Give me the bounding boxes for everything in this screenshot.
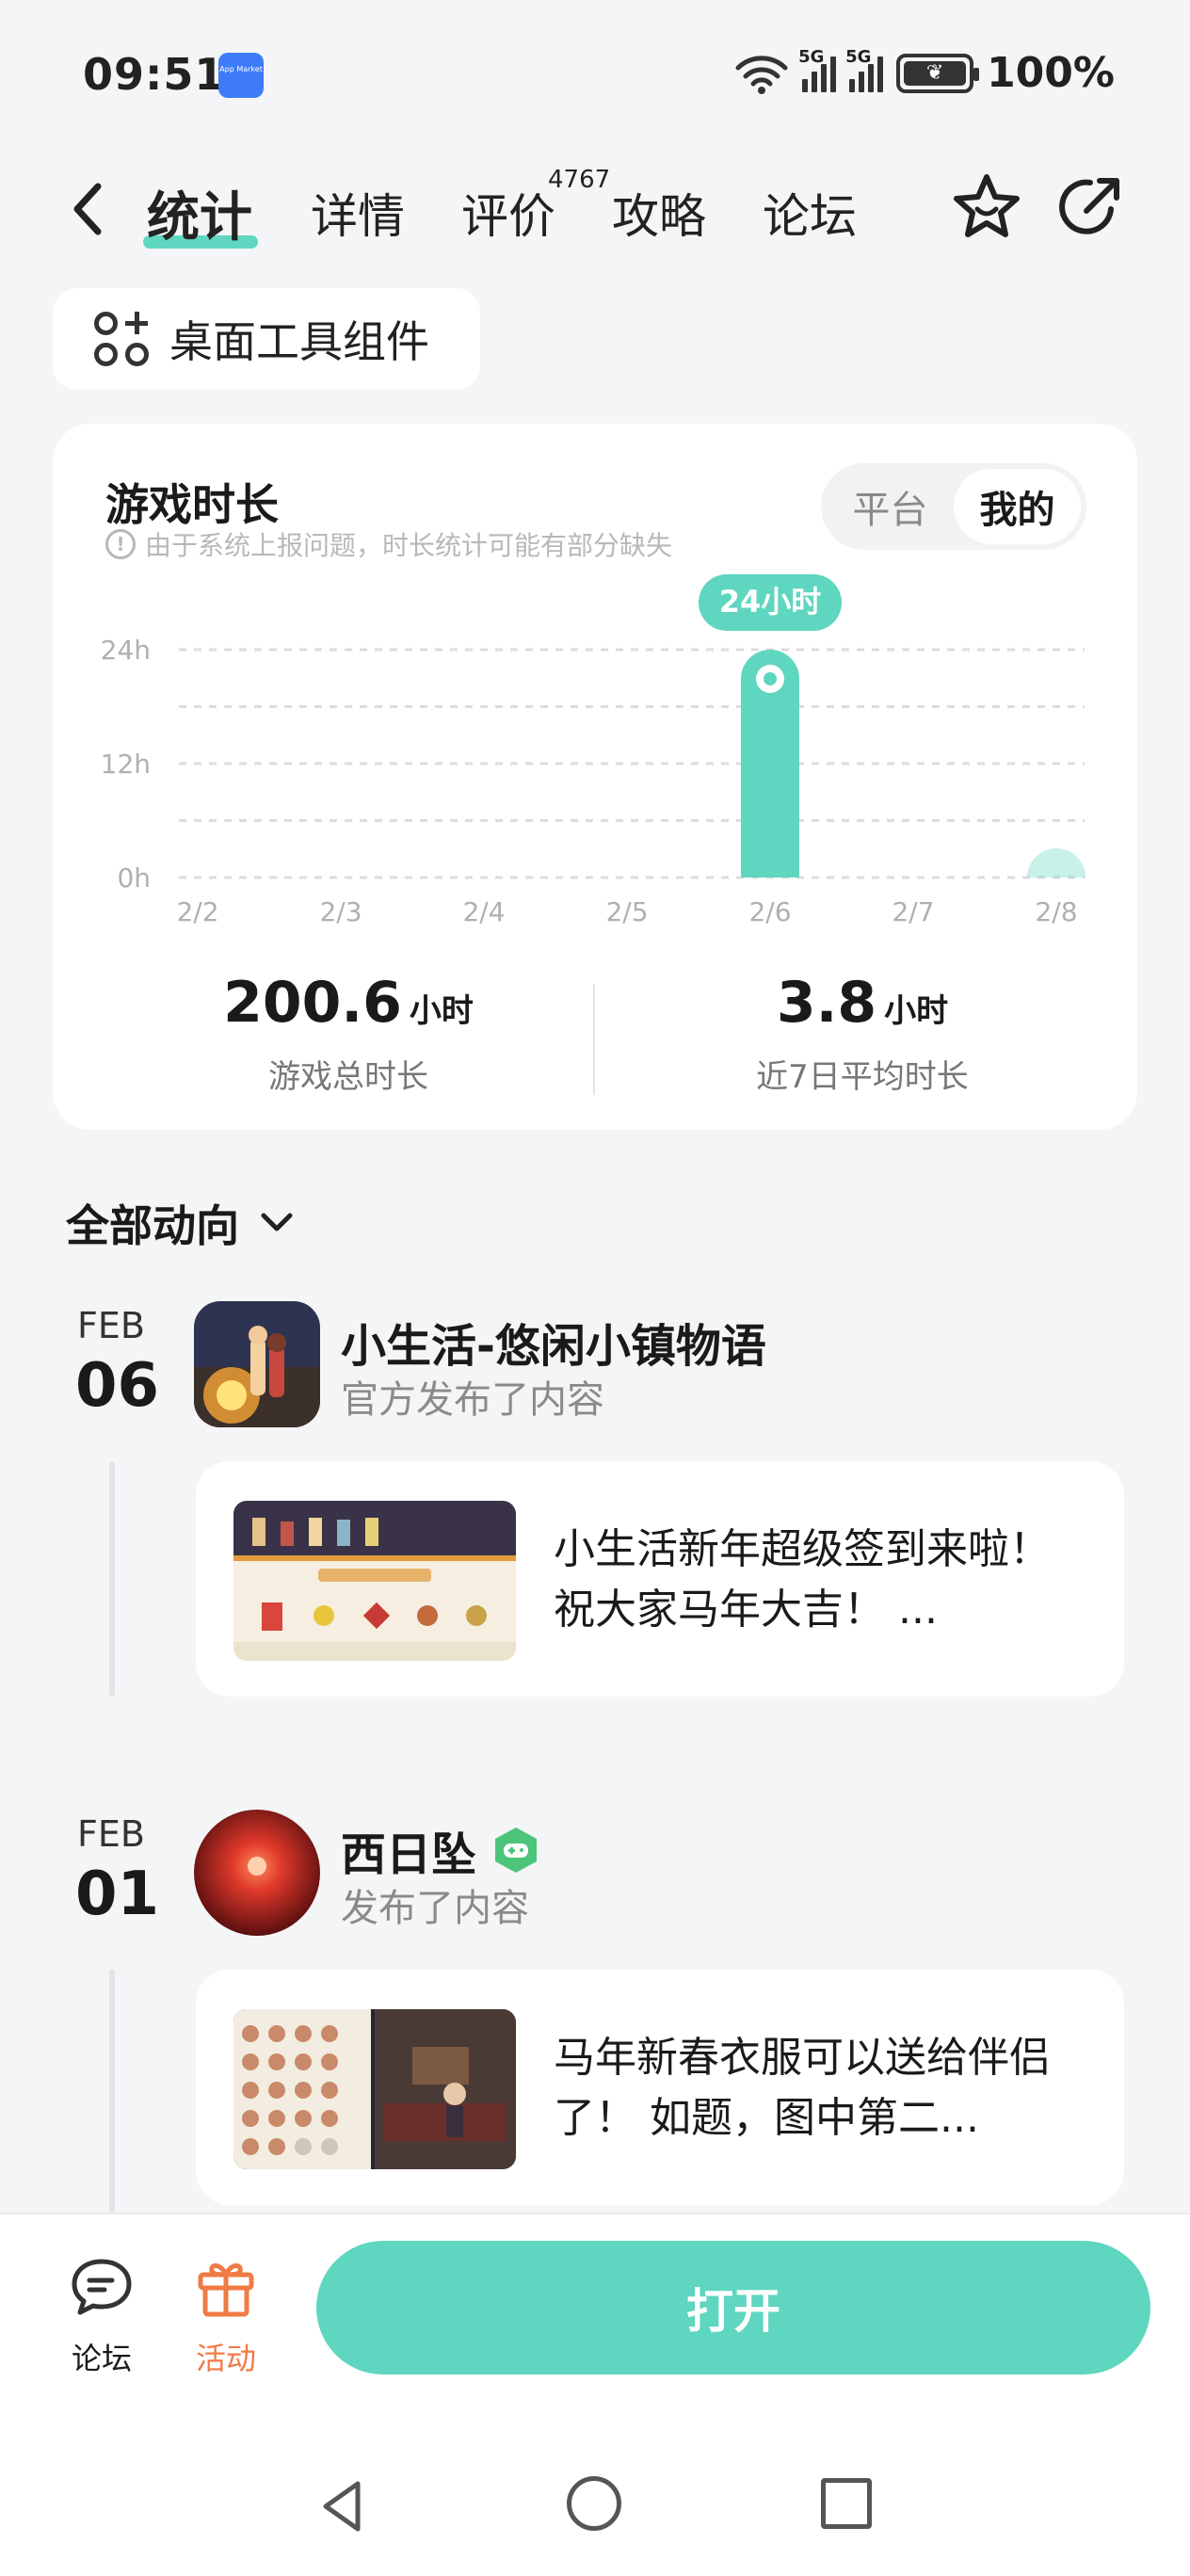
entry-subtitle: 发布了内容 xyxy=(341,1887,529,1930)
chart-y-tick-label: 24h xyxy=(101,635,151,666)
post-text: 小生活新年超级签到来啦！祝大家马年大吉！ ... xyxy=(554,1525,1051,1634)
signal-5g-2-icon: 5G xyxy=(845,47,884,92)
signal-5g-1-icon: 5G xyxy=(798,47,837,92)
timeline-line xyxy=(109,1970,115,2213)
forum-button[interactable]: 论坛 xyxy=(45,2254,158,2378)
stats-divider xyxy=(593,984,595,1095)
avg-playtime-unit: 小时 xyxy=(884,992,949,1030)
chart-x-tick-label: 2/5 xyxy=(605,896,648,927)
review-count-badge: 4767 xyxy=(548,166,611,194)
playtime-chart: 24h 12h 0h 2/2 2/3 2/4 2/5 2/6 2/7 2/8 24小时 xyxy=(101,574,1085,927)
tab-reviews[interactable]: 评价 xyxy=(461,179,555,247)
back-arrow-icon[interactable] xyxy=(64,181,113,237)
chart-x-tick-label: 2/3 xyxy=(319,896,362,927)
system-home-icon[interactable] xyxy=(567,2476,621,2531)
entry-title: 西日坠 xyxy=(341,1817,540,1883)
share-icon[interactable] xyxy=(1054,171,1126,243)
all-activity-filter[interactable]: 全部动向 xyxy=(66,1192,296,1254)
system-back-icon[interactable] xyxy=(316,2478,373,2535)
toggle-mine[interactable]: 我的 xyxy=(954,469,1081,544)
entry-subtitle: 官方发布了内容 xyxy=(341,1378,604,1422)
chart-marker-inner xyxy=(764,672,777,685)
post-card[interactable]: 马年新春衣服可以送给伴侣了！ 如题，图中第二... xyxy=(196,1970,1124,2205)
toggle-platform[interactable]: 平台 xyxy=(827,469,954,544)
chart-x-tick-label: 2/8 xyxy=(1035,896,1077,927)
chart-x-tick-label: 2/6 xyxy=(748,896,791,927)
game-avatar[interactable] xyxy=(194,1301,320,1427)
app-market-icon: App Market xyxy=(218,53,264,98)
platform-mine-toggle: 平台 我的 xyxy=(821,463,1086,550)
post-text: 马年新春衣服可以送给伴侣了！ 如题，图中第二... xyxy=(554,2034,1051,2142)
tab-guides[interactable]: 攻略 xyxy=(612,179,706,247)
chevron-down-icon xyxy=(261,1213,293,1232)
avg-playtime-value: 3.8 xyxy=(776,970,877,1036)
forum-chat-icon xyxy=(72,2259,132,2315)
system-recents-icon[interactable] xyxy=(821,2478,872,2529)
wifi-icon xyxy=(735,55,788,94)
post-card[interactable]: 小生活新年超级签到来啦！祝大家马年大吉！ ... xyxy=(196,1461,1124,1697)
entry-date-month: FEB xyxy=(77,1305,145,1346)
all-activity-label: 全部动向 xyxy=(66,1200,239,1251)
timeline-line xyxy=(109,1461,115,1697)
tab-details[interactable]: 详情 xyxy=(311,179,405,247)
bottom-action-bar: 论坛 活动 打开 xyxy=(0,2213,1190,2576)
chart-tooltip-label: 24小时 xyxy=(719,584,822,620)
chart-x-tick-label: 2/4 xyxy=(462,896,505,927)
gift-icon xyxy=(198,2263,254,2317)
playtime-stats-card: 游戏时长 ! 由于系统上报问题，时长统计可能有部分缺失 平台 我的 24h 12h… xyxy=(53,424,1137,1130)
post-thumbnail xyxy=(233,2009,516,2169)
entry-title: 小生活-悠闲小镇物语 xyxy=(341,1309,766,1375)
widget-grid-icon xyxy=(94,312,149,366)
forum-label: 论坛 xyxy=(71,2341,132,2376)
entry-date-month: FEB xyxy=(77,1813,145,1855)
tab-stats[interactable]: 统计 xyxy=(147,175,252,251)
desktop-widget-button[interactable]: 桌面工具组件 xyxy=(53,288,480,390)
entry-date-day: 06 xyxy=(75,1351,160,1421)
post-thumbnail xyxy=(233,1501,516,1661)
open-game-button[interactable]: 打开 xyxy=(316,2241,1150,2375)
gamer-badge-icon xyxy=(495,1827,538,1873)
chart-x-tick-label: 2/2 xyxy=(176,896,218,927)
entry-title-text: 小生活-悠闲小镇物语 xyxy=(341,1320,766,1373)
battery-icon: ❦ xyxy=(896,53,980,93)
chart-y-tick-label: 0h xyxy=(117,862,151,894)
total-playtime-value: 200.6 xyxy=(223,970,402,1036)
total-playtime-block: 200.6 小时 游戏总时长 xyxy=(104,970,593,1097)
total-playtime-unit: 小时 xyxy=(409,992,474,1030)
open-label: 打开 xyxy=(686,2284,780,2339)
playtime-title: 游戏时长 xyxy=(105,479,279,530)
chart-bar xyxy=(1027,848,1085,877)
chart-y-tick-label: 12h xyxy=(101,749,151,780)
tab-forum[interactable]: 论坛 xyxy=(763,179,857,247)
activity-button[interactable]: 活动 xyxy=(169,2254,282,2378)
chart-x-tick-label: 2/7 xyxy=(892,896,934,927)
avg-playtime-block: 3.8 小时 近7日平均时长 xyxy=(618,970,1107,1097)
entry-date-day: 01 xyxy=(75,1860,160,1929)
avg-playtime-label: 近7日平均时长 xyxy=(756,1058,969,1096)
battery-percent: 100% xyxy=(987,49,1115,97)
entry-title-text: 西日坠 xyxy=(341,1828,477,1881)
status-icons: 5G 5G ❦ 100% xyxy=(734,47,1115,97)
status-time: 09:51 xyxy=(83,49,226,100)
favorite-star-icon[interactable] xyxy=(949,169,1024,245)
activity-label: 活动 xyxy=(195,2341,256,2376)
total-playtime-label: 游戏总时长 xyxy=(268,1058,428,1096)
user-avatar[interactable] xyxy=(194,1810,320,1936)
desktop-widget-label: 桌面工具组件 xyxy=(169,316,429,367)
